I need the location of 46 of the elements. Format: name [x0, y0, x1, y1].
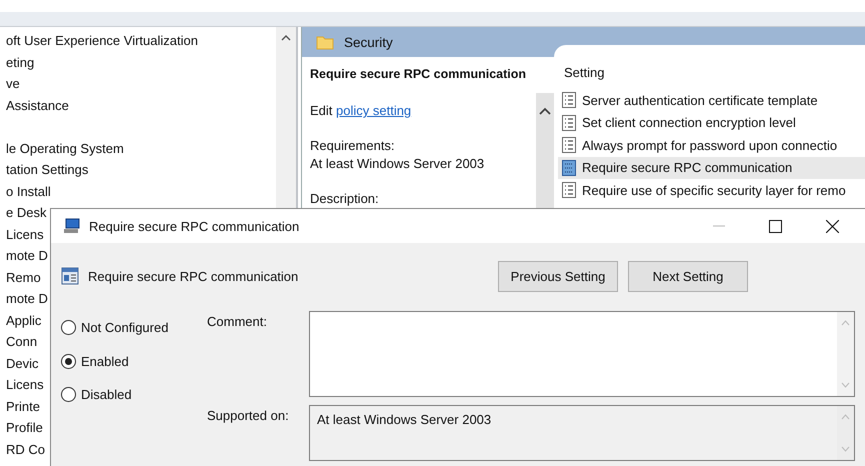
folder-icon [316, 34, 334, 50]
tree-item[interactable]: o Install [6, 180, 276, 202]
tree-item[interactable]: ve [6, 73, 276, 94]
maximize-icon[interactable] [769, 220, 782, 232]
window-title: Require secure RPC communication [89, 218, 300, 234]
radio-button[interactable] [61, 320, 76, 336]
policy-window-icon [61, 267, 79, 285]
policy-icon [562, 137, 576, 154]
policy-title: Require secure RPC communication [310, 66, 528, 83]
pane-title: Security [344, 34, 393, 50]
edit-line: Edit policy setting [310, 102, 412, 120]
column-header[interactable]: Setting [558, 62, 865, 84]
requirements-label: Requirements: [310, 137, 396, 155]
close-icon[interactable] [826, 220, 839, 232]
supported-on-label: Supported on: [207, 407, 290, 425]
tree-item[interactable]: le Operating System [6, 138, 276, 159]
radio-label[interactable]: Enabled [81, 354, 129, 369]
radio-button[interactable] [61, 354, 76, 369]
radio-label[interactable]: Not Configured [81, 320, 168, 336]
policy-icon [562, 92, 576, 108]
radio-label[interactable]: Disabled [81, 387, 132, 402]
comment-label: Comment: [207, 313, 268, 331]
tree-item[interactable]: tation Settings [6, 159, 276, 180]
scroll-up-icon[interactable] [281, 35, 291, 41]
setting-row[interactable]: Server authentication certificate template [558, 89, 865, 112]
tree-item[interactable]: oft User Experience Virtualization [6, 30, 276, 52]
setting-row[interactable]: Require secure RPC communication [558, 156, 865, 179]
scroll-up-icon[interactable] [539, 107, 551, 115]
computer-icon [63, 218, 81, 234]
policy-icon [562, 114, 576, 131]
policy-icon [562, 182, 576, 198]
supported-on-value: At least Windows Server 2003 [316, 411, 492, 429]
setting-button[interactable]: Previous Setting [498, 260, 618, 292]
setting-name: Require secure RPC communication [88, 268, 298, 284]
setting-row[interactable]: Set client connection encryption level [558, 112, 865, 134]
policy-setting-link[interactable]: policy setting [336, 103, 412, 118]
description-label: Description: [310, 190, 380, 208]
setting-row[interactable]: Require use of specific security layer for remo [558, 179, 865, 202]
radio-button[interactable] [61, 387, 76, 402]
requirements-text: At least Windows Server 2003 [310, 155, 486, 173]
tree-item[interactable]: Assistance [6, 94, 276, 116]
setting-row[interactable]: Always prompt for password upon connectio [558, 134, 865, 156]
policy-icon [562, 160, 576, 176]
tree-item[interactable]: eting [6, 52, 276, 73]
setting-button[interactable]: Next Setting [628, 260, 748, 292]
comment-field[interactable] [309, 311, 855, 397]
